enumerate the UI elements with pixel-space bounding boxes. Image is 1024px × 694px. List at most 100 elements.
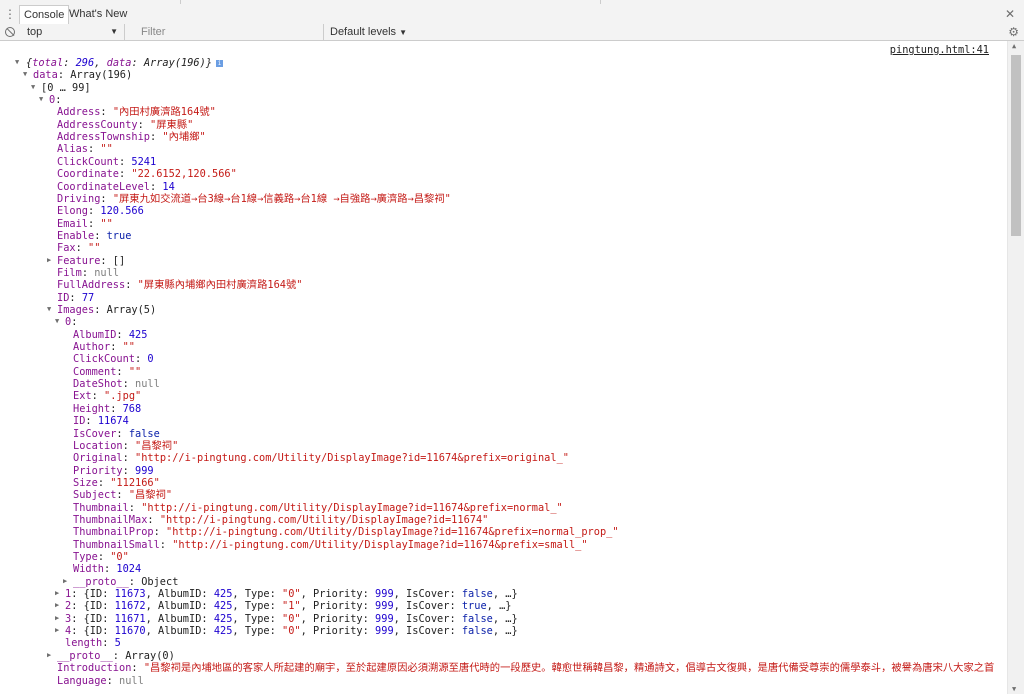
console-token: , Type: [232, 625, 283, 638]
console-token: 11671 [114, 612, 146, 625]
scroll-down-icon[interactable]: ▼ [1012, 685, 1016, 693]
console-tree-line[interactable]: 3: {ID: 11671, AlbumID: 425, Type: "0", … [65, 613, 518, 625]
scrollbar-thumb[interactable] [1011, 55, 1021, 236]
expand-triangle-down-icon[interactable]: ▼ [15, 58, 19, 66]
console-token: : [97, 476, 111, 489]
console-tree-line[interactable]: Feature: [] [57, 255, 125, 267]
expand-triangle-right-icon[interactable]: ▶ [47, 651, 51, 659]
context-selector[interactable]: top ▼ [19, 24, 125, 40]
console-tree-line: ID: 77 [57, 292, 94, 304]
console-token: : [94, 229, 107, 242]
console-token: Fax [57, 242, 76, 255]
console-token: , [94, 57, 107, 69]
console-tree-line[interactable]: 0: [65, 316, 77, 328]
console-token: "內田村廣濟路164號" [112, 106, 216, 119]
expand-triangle-right-icon[interactable]: ▶ [55, 589, 59, 597]
console-token: 425 [213, 588, 233, 601]
expand-triangle-right-icon[interactable]: ▶ [55, 626, 59, 634]
console-tree-line: Alias: "" [57, 143, 113, 155]
console-token: , Priority: [300, 588, 376, 601]
console-tree-line[interactable]: [0 … 99] [41, 82, 91, 94]
console-tree-line[interactable]: data: Array(196) [33, 69, 132, 81]
expand-triangle-down-icon[interactable]: ▼ [31, 83, 35, 91]
console-token: false [128, 427, 160, 440]
console-token: , Type: [232, 612, 283, 625]
console-token: DateShot [73, 378, 123, 391]
expand-triangle-down-icon[interactable]: ▼ [47, 305, 51, 313]
console-token: "" [100, 217, 113, 230]
console-tree-line[interactable]: Images: Array(5) [57, 304, 156, 316]
console-token: : [88, 205, 101, 218]
console-token: "屏東九如交流道→台3線→台1線→信義路→台1線 →自強路→廣濟路→昌黎祠" [112, 192, 451, 205]
expand-triangle-down-icon[interactable]: ▼ [39, 95, 43, 103]
log-levels-dropdown[interactable]: Default levels ▼ [330, 24, 407, 40]
info-icon[interactable]: i [216, 59, 224, 67]
console-tree-line: Introduction: "昌黎祠是內埔地區的客家人所起建的廟宇，至於起建原因… [57, 662, 994, 674]
console-token: , Type: [232, 588, 283, 601]
tab-console[interactable]: Console [19, 5, 70, 25]
expand-triangle-down-icon[interactable]: ▼ [23, 70, 27, 78]
tab-whats-new[interactable]: What's New [65, 5, 131, 23]
console-token: null [94, 266, 120, 279]
console-token: false [461, 612, 493, 625]
console-tree-line: Subject: "昌黎祠" [73, 489, 172, 501]
close-drawer-icon[interactable]: ✕ [1005, 7, 1015, 21]
console-toolbar: top ▼ Filter Default levels ▼ ⚙ [0, 24, 1024, 41]
console-token: true [461, 600, 487, 613]
console-token: , Type: [232, 600, 283, 613]
console-token: 999 [375, 588, 394, 601]
console-token: FullAddress [57, 279, 126, 292]
expand-triangle-right-icon[interactable]: ▶ [55, 614, 59, 622]
console-token: : [137, 118, 150, 131]
filter-input[interactable]: Filter [134, 24, 324, 40]
expand-triangle-right-icon[interactable]: ▶ [63, 577, 67, 585]
console-tree-line[interactable]: 1: {ID: 11673, AlbumID: 425, Type: "0", … [65, 588, 518, 600]
source-link[interactable]: pingtung.html:41 [890, 44, 989, 56]
console-token: Images [57, 304, 95, 316]
console-tree-line[interactable]: 0: [49, 94, 61, 106]
console-token: Feature [57, 254, 101, 267]
more-menu-icon[interactable]: ⋮ [4, 7, 16, 21]
scrollbar[interactable]: ▲ ▼ [1007, 41, 1024, 694]
console-tree-line[interactable]: __proto__: Array(0) [57, 650, 175, 662]
console-token: "http://i-pingtung.com/Utility/DisplayIm… [141, 501, 563, 514]
console-token: : {ID: [71, 600, 115, 613]
console-token: 77 [81, 291, 95, 304]
chevron-down-icon: ▼ [110, 27, 118, 36]
console-token: "112166" [110, 476, 160, 489]
console-token: : [122, 452, 136, 465]
console-tree-line: ThumbnailProp: "http://i-pingtung.com/Ut… [73, 526, 619, 538]
console-token: null [119, 674, 144, 687]
scroll-up-icon[interactable]: ▲ [1012, 42, 1016, 50]
console-token: 11670 [114, 625, 146, 638]
console-token: : [71, 316, 78, 329]
gear-icon[interactable]: ⚙ [1008, 24, 1019, 40]
console-tree-line[interactable]: 2: {ID: 11672, AlbumID: 425, Type: "1", … [65, 600, 511, 612]
console-token: ThumbnailSmall [73, 538, 160, 551]
console-token: "0" [282, 625, 301, 638]
console-token: : [150, 131, 163, 144]
console-token: IsCover [73, 427, 117, 440]
console-token: "1" [282, 600, 301, 613]
console-tree-line: Enable: true [57, 230, 131, 242]
console-token: , Priority: [300, 625, 376, 638]
console-tree-line[interactable]: __proto__: Object [73, 576, 178, 588]
console-token: 0 [147, 353, 154, 366]
console-token: "" [88, 242, 101, 255]
clear-console-icon[interactable] [5, 27, 15, 37]
console-token: , AlbumID: [145, 612, 214, 625]
expand-triangle-down-icon[interactable]: ▼ [55, 317, 59, 325]
console-token: , IsCover: [393, 588, 462, 601]
console-token: CoordinateLevel [57, 180, 150, 193]
expand-triangle-right-icon[interactable]: ▶ [47, 256, 51, 264]
console-tree-line[interactable]: {total: 296, data: Array(196)} i [26, 57, 224, 69]
console-token: : {ID: [71, 588, 115, 601]
console-token: "屏東縣" [150, 118, 194, 131]
console-token: "" [128, 365, 142, 378]
console-tree-line: Comment: "" [73, 366, 141, 378]
console-tree-line[interactable]: 4: {ID: 11670, AlbumID: 425, Type: "0", … [65, 625, 518, 637]
console-token: 11672 [114, 600, 146, 613]
expand-triangle-right-icon[interactable]: ▶ [55, 601, 59, 609]
console-token: 5241 [131, 155, 157, 168]
console-token: : [106, 674, 120, 687]
